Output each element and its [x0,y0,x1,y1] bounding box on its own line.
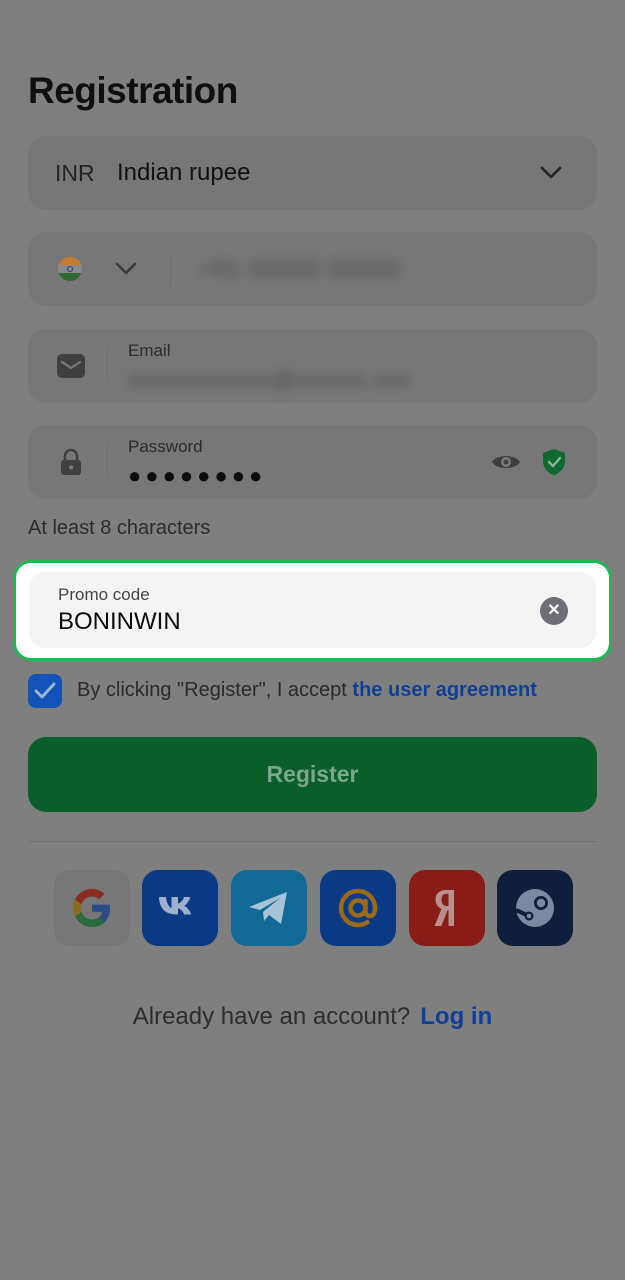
password-hint: At least 8 characters [28,517,211,539]
login-question: Already have an account? [132,1003,411,1030]
registration-screen: Registration INR Indian rupee +91 00000 … [0,0,625,1280]
password-label: Password [128,437,203,456]
user-agreement-link[interactable]: the user agreement [352,679,537,701]
currency-select[interactable]: INR Indian rupee [28,136,597,210]
eye-icon[interactable] [491,451,521,473]
telegram-login-button[interactable] [231,870,307,946]
agreement-text: By clicking "Register", I accept the use… [77,679,537,702]
login-prompt: Already have an account? Log in [0,1003,625,1031]
steam-icon [515,889,554,927]
divider [28,841,597,842]
shield-check-icon [541,448,567,476]
agreement-checkbox[interactable] [28,674,62,708]
email-field[interactable]: Email xxxxxxxxxxxx@xxxxxx.xxx [28,329,597,403]
vk-icon [159,897,192,915]
phone-input[interactable]: +91 00000 00000 [198,256,401,284]
promo-code-input[interactable]: BONINWIN [58,608,181,636]
page-title: Registration [28,70,238,111]
password-field[interactable]: Password ●●●●●●●● [28,425,597,499]
phone-field[interactable]: +91 00000 00000 [28,232,597,306]
google-icon [73,889,110,927]
email-input[interactable]: xxxxxxxxxxxx@xxxxxx.xxx [128,367,410,393]
password-input[interactable]: ●●●●●●●● [128,463,266,489]
chevron-down-icon [539,161,563,185]
clear-icon[interactable]: ✕ [540,597,568,625]
lock-icon [56,447,86,477]
vk-login-button[interactable] [142,870,218,946]
promo-code-field[interactable]: Promo code BONINWIN ✕ [29,572,596,648]
telegram-icon [249,892,287,924]
country-chevron-down-icon[interactable] [114,257,138,281]
promo-code-label: Promo code [58,585,150,604]
checkmark-icon [34,682,56,699]
india-flag-icon[interactable] [58,257,82,281]
register-button[interactable]: Register [28,737,597,812]
agreement-prefix: By clicking "Register", I accept [77,679,347,701]
social-login-row [54,870,574,946]
currency-name: Indian rupee [117,159,251,186]
currency-code: INR [55,160,95,186]
password-divider [107,445,108,479]
email-label: Email [128,341,171,360]
user-agreement-row: By clicking "Register", I accept the use… [28,673,618,713]
google-login-button[interactable] [54,870,130,946]
envelope-icon [56,351,86,381]
yandex-login-button[interactable] [409,870,485,946]
phone-divider [170,252,171,286]
steam-login-button[interactable] [497,870,573,946]
yandex-icon [434,890,454,926]
email-divider [107,349,108,383]
login-link[interactable]: Log in [420,1003,492,1030]
at-sign-icon [338,888,378,928]
promo-code-highlight: Promo code BONINWIN ✕ [13,560,612,661]
mail-login-button[interactable] [320,870,396,946]
